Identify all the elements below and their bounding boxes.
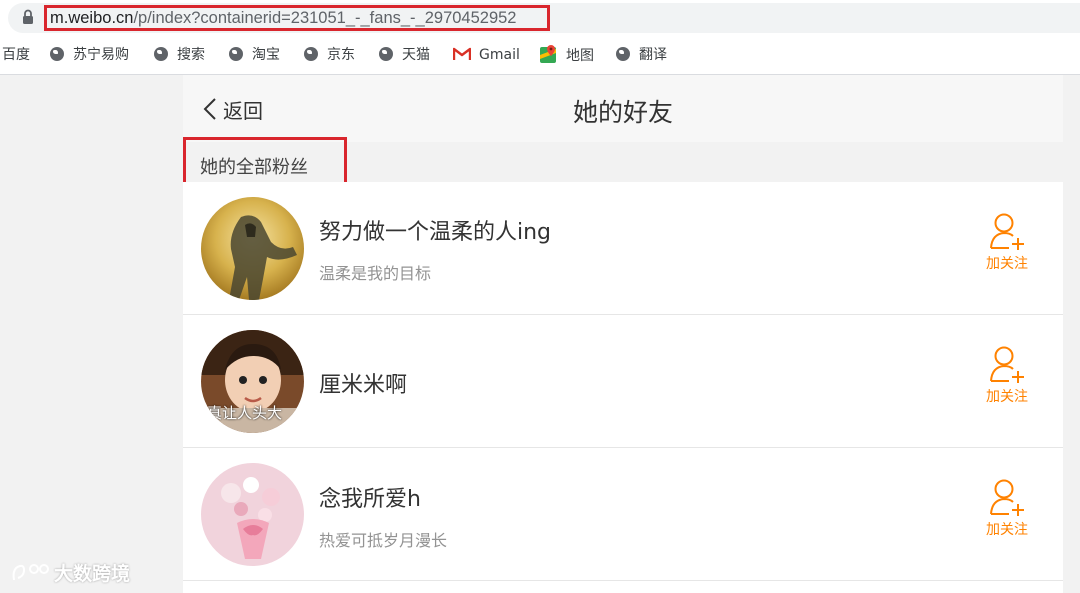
globe-icon — [229, 47, 243, 61]
bookmark-label: 淘宝 — [252, 47, 280, 63]
add-user-icon — [990, 213, 1024, 250]
bookmark-search[interactable]: 搜索 — [154, 45, 205, 65]
bookmark-label: 搜索 — [177, 47, 205, 63]
follow-label: 加关注 — [986, 522, 1028, 538]
watermark: 大数跨境 — [10, 558, 130, 586]
fan-description: 热爱可抵岁月漫长 — [319, 531, 448, 550]
bookmark-label: Gmail — [479, 47, 520, 63]
bookmark-tmall[interactable]: 天猫 — [379, 45, 430, 65]
url-path: /p/index?containerid=231051_-_fans_-_297… — [133, 9, 517, 27]
bookmark-label: 苏宁易购 — [73, 47, 129, 63]
bookmark-label: 翻译 — [639, 47, 667, 63]
bookmark-label: 百度 — [2, 47, 30, 63]
page-title: 她的好友 — [572, 98, 673, 127]
add-user-icon — [990, 346, 1024, 383]
lock-icon[interactable] — [22, 9, 34, 25]
globe-icon — [616, 47, 630, 61]
fan-list-item[interactable]: 念我所爱h 热爱可抵岁月漫长 加关注 — [183, 448, 1063, 581]
follow-button[interactable]: 加关注 — [975, 212, 1039, 278]
bookmark-maps[interactable]: 地图 — [540, 45, 594, 65]
bookmark-translate[interactable]: 翻译 — [616, 45, 667, 65]
bookmark-label: 京东 — [327, 47, 355, 63]
avatar[interactable] — [201, 463, 304, 566]
fan-list-item[interactable]: 真让人头大 厘米米啊 加关注 — [183, 315, 1063, 448]
url-text[interactable]: m.weibo.cn/p/index?containerid=231051_-_… — [44, 5, 550, 31]
fan-name[interactable]: 努力做一个温柔的人ing — [319, 214, 551, 246]
bookmark-baidu[interactable]: 百度 — [2, 45, 30, 65]
url-host: m.weibo.cn — [50, 9, 134, 27]
fan-name[interactable]: 念我所爱h — [319, 481, 421, 513]
section-title: 她的全部粉丝 — [200, 157, 308, 178]
add-user-icon — [990, 479, 1024, 516]
globe-icon — [379, 47, 393, 61]
address-bar: m.weibo.cn/p/index?containerid=231051_-_… — [0, 0, 1080, 36]
gmail-icon — [452, 47, 472, 60]
watermark-text: 大数跨境 — [54, 562, 131, 585]
globe-icon — [50, 47, 64, 61]
bookmark-taobao[interactable]: 淘宝 — [229, 45, 280, 65]
avatar[interactable]: 真让人头大 — [201, 330, 304, 433]
avatar[interactable] — [201, 197, 304, 300]
bookmark-label: 天猫 — [402, 47, 430, 63]
follow-label: 加关注 — [986, 256, 1028, 272]
fan-list-item[interactable]: 努力做一个温柔的人ing 温柔是我的目标 加关注 — [183, 182, 1063, 315]
follow-button[interactable]: 加关注 — [975, 478, 1039, 544]
watermark-logo-icon — [12, 564, 49, 581]
weibo-page: 返回 她的好友 她的全部粉丝 努力做一个温柔的人ing 温柔是我的目标 加关注 … — [183, 75, 1063, 593]
avatar-caption: 真让人头大 — [207, 404, 283, 422]
globe-icon — [154, 47, 168, 61]
bookmark-jd[interactable]: 京东 — [304, 45, 355, 65]
top-nav-bar: 返回 她的好友 — [183, 75, 1063, 142]
bookmark-suning[interactable]: 苏宁易购 — [50, 45, 129, 65]
maps-icon — [540, 45, 556, 63]
bookmarks-bar: 百度 苏宁易购 搜索 淘宝 京东 天猫 Gmail 地图 翻译 — [0, 36, 1080, 75]
fan-name[interactable]: 厘米米啊 — [319, 367, 407, 399]
bookmark-label: 地图 — [566, 48, 594, 64]
globe-icon — [304, 47, 318, 61]
bookmark-gmail[interactable]: Gmail — [452, 45, 520, 65]
follow-label: 加关注 — [986, 389, 1028, 405]
fan-description: 温柔是我的目标 — [319, 264, 432, 283]
follow-button[interactable]: 加关注 — [975, 345, 1039, 411]
